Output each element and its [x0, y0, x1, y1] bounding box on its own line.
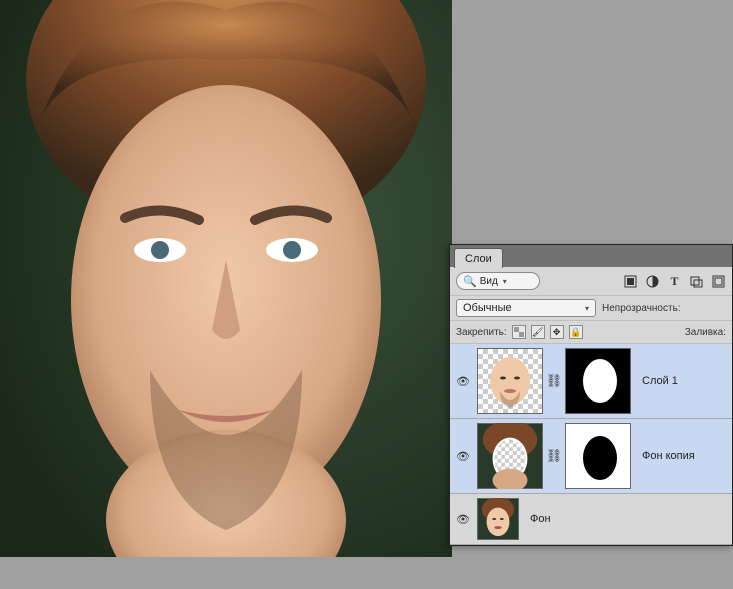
- canvas-preview[interactable]: [0, 0, 452, 557]
- layer-filter-dropdown[interactable]: 🔍 Вид ▾: [456, 272, 540, 290]
- layer-thumbnail[interactable]: [477, 348, 543, 414]
- fill-label: Заливка:: [685, 327, 726, 338]
- chevron-down-icon: ▾: [503, 277, 507, 286]
- blend-mode-dropdown[interactable]: Обычные ▾: [456, 299, 596, 317]
- layer-name[interactable]: Фон копия: [642, 450, 695, 462]
- mask-thumbnail[interactable]: [565, 348, 631, 414]
- panel-tabstrip: Слои: [450, 245, 732, 267]
- panel-lock-row: Закрепить: 🖌 ✥ 🔒 Заливка:: [450, 321, 732, 344]
- link-icon[interactable]: ⛓: [548, 372, 560, 390]
- blend-mode-value: Обычные: [463, 302, 512, 314]
- layer-thumbnail[interactable]: [477, 498, 519, 540]
- mask-thumbnail[interactable]: [565, 423, 631, 489]
- tab-layers[interactable]: Слои: [454, 248, 503, 268]
- visibility-toggle[interactable]: 👁: [454, 375, 472, 388]
- visibility-toggle[interactable]: 👁: [454, 450, 472, 463]
- lock-transparency-icon[interactable]: [512, 325, 526, 339]
- layer-row[interactable]: 👁 ⛓ Фон копия: [450, 419, 732, 494]
- lock-position-icon[interactable]: ✥: [550, 325, 564, 339]
- layer-name[interactable]: Фон: [530, 513, 551, 525]
- layers-panel: Слои 🔍 Вид ▾ T Обычные ▾ Непрозрачность:…: [449, 244, 733, 546]
- filter-smartobject-icon[interactable]: [711, 274, 726, 289]
- visibility-toggle[interactable]: 👁: [454, 513, 472, 526]
- panel-blend-row: Обычные ▾ Непрозрачность:: [450, 295, 732, 321]
- filter-pixel-icon[interactable]: [623, 274, 638, 289]
- search-icon: 🔍: [463, 275, 477, 288]
- filter-type-icon[interactable]: T: [667, 274, 682, 289]
- layers-list: 👁 ⛓ Слой 1 👁: [450, 344, 732, 545]
- link-icon[interactable]: ⛓: [548, 447, 560, 465]
- opacity-label: Непрозрачность:: [602, 303, 681, 314]
- lock-pixels-icon[interactable]: 🖌: [531, 325, 545, 339]
- filter-adjustment-icon[interactable]: [645, 274, 660, 289]
- lock-label: Закрепить:: [456, 327, 507, 338]
- layer-thumbnail[interactable]: [477, 423, 543, 489]
- lock-all-icon[interactable]: 🔒: [569, 325, 583, 339]
- layer-row[interactable]: 👁 Фон: [450, 494, 732, 545]
- layer-name[interactable]: Слой 1: [642, 375, 678, 387]
- filter-shape-icon[interactable]: [689, 274, 704, 289]
- filter-label: Вид: [480, 276, 498, 287]
- panel-filter-row: 🔍 Вид ▾ T: [450, 267, 732, 295]
- layer-row[interactable]: 👁 ⛓ Слой 1: [450, 344, 732, 419]
- chevron-down-icon: ▾: [585, 304, 589, 313]
